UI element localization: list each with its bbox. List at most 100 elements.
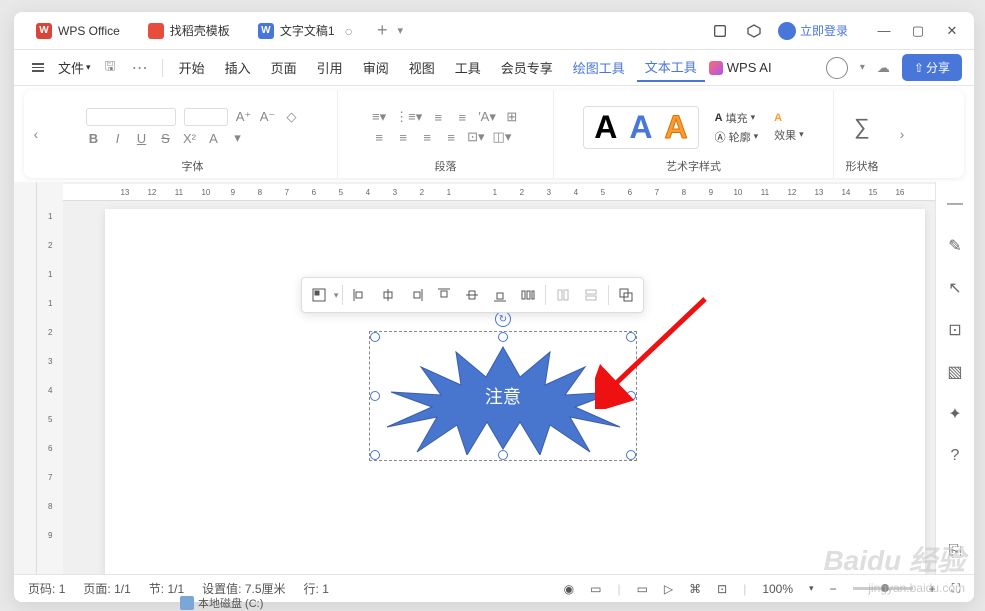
text-fill-button[interactable]: A填充▾	[715, 110, 759, 126]
view-read-icon[interactable]: ▭	[590, 582, 601, 596]
status-pages[interactable]: 页面: 1/1	[83, 580, 130, 597]
pen-icon[interactable]: ✎	[945, 236, 965, 256]
text-effect-button[interactable]: A	[774, 112, 804, 124]
align-top-icon[interactable]	[431, 282, 457, 308]
equal-width-icon[interactable]	[550, 282, 576, 308]
share-button[interactable]: ⇧分享	[902, 54, 962, 81]
ribbon-group-shapeformat[interactable]: ∑ 形状格	[834, 90, 890, 178]
fontcolor-button[interactable]: A	[206, 131, 222, 146]
distribute-h-icon[interactable]	[515, 282, 541, 308]
indent-right-icon[interactable]: ≡	[454, 110, 470, 125]
align-middle-v-icon[interactable]	[459, 282, 485, 308]
status-section[interactable]: 节: 1/1	[149, 580, 184, 597]
help-icon[interactable]: ?	[945, 446, 965, 466]
equal-height-icon[interactable]	[578, 282, 604, 308]
hamburger-icon[interactable]	[26, 63, 50, 72]
titlebar-icon-1[interactable]	[710, 21, 730, 41]
super-button[interactable]: X²	[182, 131, 198, 146]
menu-review[interactable]: 审阅	[355, 54, 397, 81]
bold-button[interactable]: B	[86, 131, 102, 146]
shape-text[interactable]: 注意	[485, 383, 521, 409]
wordart-style-2[interactable]: A	[629, 109, 652, 146]
document-page[interactable]: ▾	[105, 209, 925, 574]
ribbon-scroll-right[interactable]: ›	[890, 90, 914, 178]
layers-icon[interactable]: ▧	[945, 362, 965, 382]
textdir-icon[interactable]: ′A▾	[478, 109, 496, 125]
tab-dropdown-icon[interactable]: ▾	[397, 24, 403, 37]
align-right-icon[interactable]	[403, 282, 429, 308]
style-icon[interactable]: ⊡	[945, 320, 965, 340]
zoom-slider[interactable]	[853, 587, 913, 590]
fullscreen-icon[interactable]: ⛶	[952, 581, 960, 596]
view-print-icon[interactable]: ▭	[637, 582, 648, 596]
wordart-style-1[interactable]: A	[594, 109, 617, 146]
zoom-value[interactable]: 100%	[762, 582, 793, 596]
fontname-box[interactable]	[86, 108, 176, 126]
save-icon[interactable]: 🖫	[99, 57, 122, 79]
wrap-inline-icon[interactable]	[306, 282, 332, 308]
text-effect-label[interactable]: 效果▾	[774, 127, 804, 143]
numbering-icon[interactable]: ⋮≡▾	[395, 109, 422, 125]
status-line[interactable]: 行: 1	[304, 580, 329, 597]
wordart-style-3[interactable]: A	[665, 109, 688, 146]
highlight-button[interactable]: ▾	[230, 130, 246, 146]
align-center-h-icon[interactable]	[375, 282, 401, 308]
maximize-button[interactable]: ▢	[904, 17, 932, 45]
menu-ai[interactable]: WPS AI	[709, 60, 772, 75]
status-page[interactable]: 页码: 1	[28, 580, 65, 597]
group-icon[interactable]	[613, 282, 639, 308]
zoom-in-icon[interactable]: +	[929, 582, 936, 596]
new-tab-button[interactable]: +	[367, 20, 398, 41]
fontsize-box[interactable]	[184, 108, 228, 126]
menu-page[interactable]: 页面	[263, 54, 305, 81]
view-play-icon[interactable]: ▷	[664, 582, 673, 596]
font-grow-icon[interactable]: A⁺	[236, 109, 252, 125]
horizontal-ruler[interactable]: 13121110987654321 1234567891011121314151…	[63, 184, 935, 201]
thumbnail-panel[interactable]	[14, 182, 37, 574]
file-menu[interactable]: 文件▾	[54, 58, 95, 77]
strike-button[interactable]: S	[158, 131, 174, 146]
view-eye-icon[interactable]: ◉	[564, 582, 574, 596]
font-shrink-icon[interactable]: A⁻	[260, 109, 276, 125]
settings-icon[interactable]: ⎘	[945, 542, 965, 562]
shading-icon[interactable]: ◫▾	[493, 129, 512, 145]
menu-view[interactable]: 视图	[401, 54, 443, 81]
login-button[interactable]: 立即登录	[778, 22, 848, 40]
tools-icon[interactable]: ✦	[945, 404, 965, 424]
cursor-icon[interactable]: ↖	[945, 278, 965, 298]
app-tab-template[interactable]: 找稻壳模板	[134, 16, 244, 45]
menu-insert[interactable]: 插入	[217, 54, 259, 81]
underline-button[interactable]: U	[134, 131, 150, 146]
vertical-ruler[interactable]: 121 123 456 789	[37, 182, 62, 574]
zoom-out-icon[interactable]: −	[830, 582, 837, 596]
ribbon-scroll-left[interactable]: ‹	[24, 90, 48, 178]
menu-member[interactable]: 会员专享	[493, 54, 561, 81]
selected-shape[interactable]: 注意	[375, 337, 631, 455]
minimize-button[interactable]: —	[870, 17, 898, 45]
menu-drawtools[interactable]: 绘图工具	[565, 54, 633, 81]
search-icon[interactable]	[826, 57, 848, 79]
more-icon[interactable]: ⋯	[126, 58, 154, 78]
app-tab-wps[interactable]: W WPS Office	[22, 17, 134, 45]
minus-icon[interactable]: —	[945, 194, 965, 214]
wordart-gallery[interactable]: A A A	[583, 106, 698, 149]
app-tab-document[interactable]: W 文字文稿1 ○	[244, 16, 367, 45]
close-button[interactable]: ✕	[938, 17, 966, 45]
view-outline-icon[interactable]: ⊡	[717, 582, 727, 596]
align-left-icon[interactable]: ≡	[371, 130, 387, 145]
align-center-icon[interactable]: ≡	[395, 130, 411, 145]
align-left-icon[interactable]	[347, 282, 373, 308]
italic-button[interactable]: I	[110, 131, 126, 146]
eraser-icon[interactable]: ◇	[284, 109, 300, 125]
align-right-icon[interactable]: ≡	[419, 130, 435, 145]
linespacing-icon[interactable]: ⊡▾	[467, 129, 484, 145]
sort-icon[interactable]: ⊞	[504, 109, 520, 125]
align-bottom-icon[interactable]	[487, 282, 513, 308]
cloud-icon[interactable]: ☁	[877, 60, 890, 76]
menu-start[interactable]: 开始	[171, 54, 213, 81]
text-outline-button[interactable]: Ⓐ轮廓▾	[715, 129, 759, 145]
align-justify-icon[interactable]: ≡	[443, 130, 459, 145]
dropdown-icon[interactable]: ▾	[860, 62, 865, 73]
menu-texttools[interactable]: 文本工具	[637, 53, 705, 82]
view-web-icon[interactable]: ⌘	[689, 582, 701, 596]
